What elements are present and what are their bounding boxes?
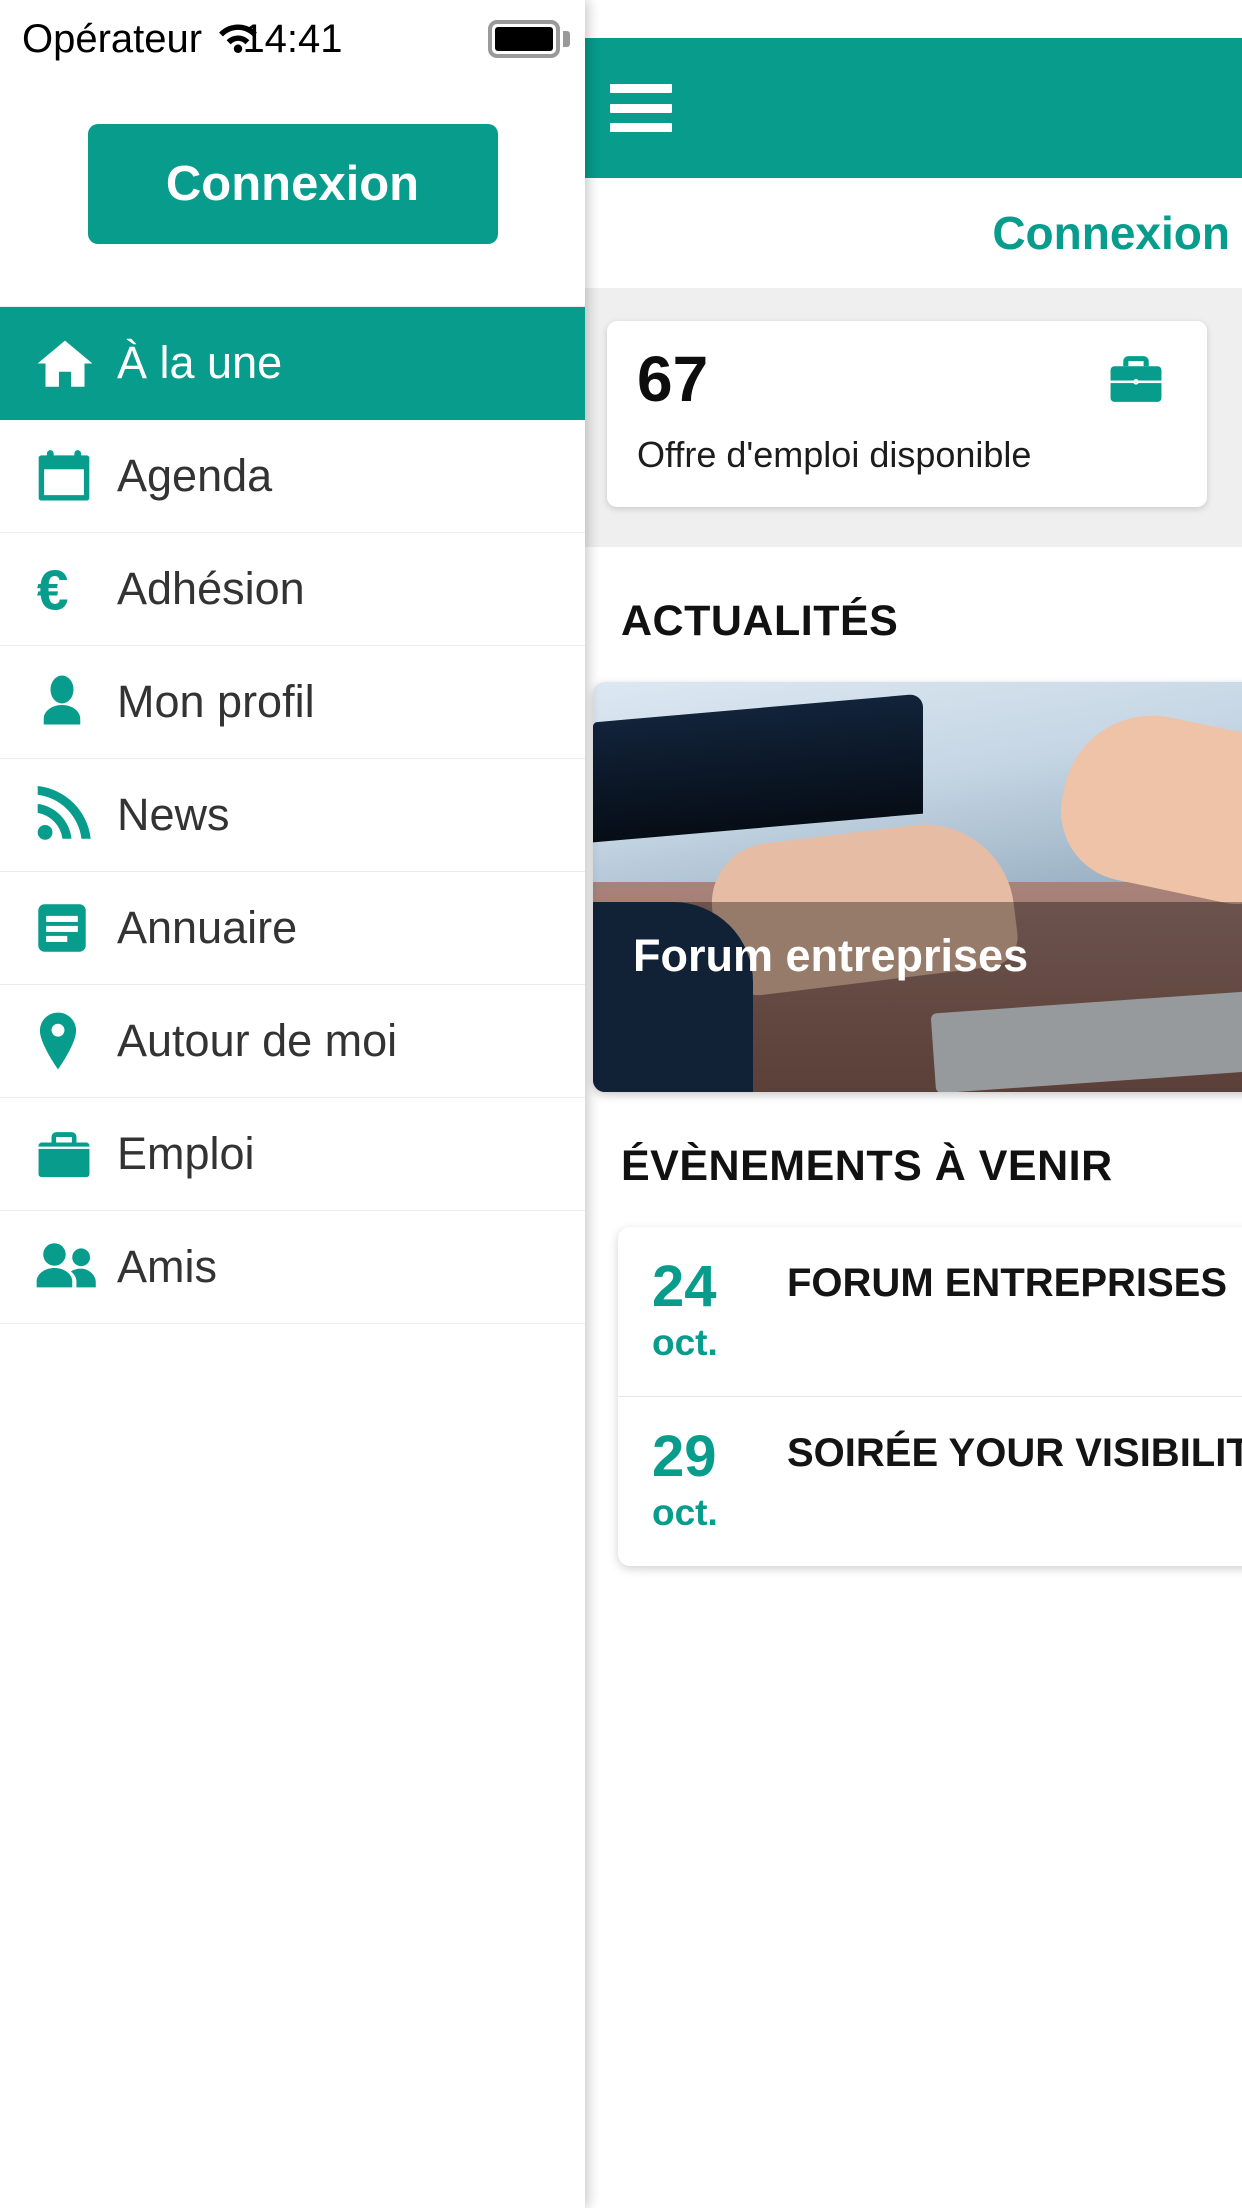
login-button-container: Connexion [0, 78, 585, 306]
stat-value: 67 [637, 343, 709, 415]
sidebar-item-autour-de-moi[interactable]: Autour de moi [0, 985, 585, 1098]
list-icon [33, 899, 117, 957]
event-day: 29 [652, 1424, 717, 1489]
sidebar-item-amis[interactable]: Amis [0, 1211, 585, 1324]
connexion-link[interactable]: Connexion [992, 206, 1230, 260]
sidebar-item-label: Adhésion [117, 563, 305, 614]
main-app-header [585, 38, 1242, 178]
news-card[interactable]: Forum entreprises [593, 681, 1242, 1092]
people-icon [33, 1238, 117, 1296]
sidebar-item-label: Emploi [117, 1128, 255, 1179]
status-bar: Opérateur 14:41 [0, 0, 585, 78]
news-overlay: Forum entreprises [593, 901, 1242, 1092]
sidebar-item-label: News [117, 789, 230, 840]
carrier-label: Opérateur [22, 16, 203, 61]
sidebar-item-news[interactable]: News [0, 759, 585, 872]
event-month: oct. [652, 1322, 718, 1363]
sidebar-item-label: Amis [117, 1241, 217, 1292]
calendar-icon [33, 447, 117, 505]
events-section-title: ÉVÈNEMENTS À VENIR [621, 1141, 1113, 1190]
briefcase-icon [33, 1126, 117, 1182]
events-list: 24 oct. FORUM ENTREPRISES 29 oct. SOIRÉE… [618, 1226, 1242, 1567]
event-row[interactable]: 24 oct. FORUM ENTREPRISES [618, 1227, 1242, 1397]
stat-label: Offre d'emploi disponible [637, 434, 1032, 475]
hamburger-menu-icon[interactable] [610, 84, 672, 132]
wifi-icon [216, 20, 260, 59]
battery-tip [563, 31, 570, 47]
battery-full-icon [488, 20, 560, 58]
news-section-title: ACTUALITÉS [621, 596, 899, 645]
news-card-title: Forum entreprises [633, 929, 1029, 981]
svg-text:€: € [37, 560, 69, 620]
job-offers-stat-card[interactable]: 67 Offre d'emploi disponible [607, 321, 1207, 507]
map-pin-icon [33, 1010, 117, 1072]
event-row[interactable]: 29 oct. SOIRÉE YOUR VISIBILITÉ À LINKEDI… [618, 1397, 1242, 1566]
navigation-drawer: Opérateur 14:41 Connexion À la une Agend… [0, 0, 585, 2208]
sidebar-item-agenda[interactable]: Agenda [0, 420, 585, 533]
home-icon [33, 334, 117, 392]
sidebar-item-mon-profil[interactable]: Mon profil [0, 646, 585, 759]
event-date: 29 oct. [652, 1424, 787, 1534]
sidebar-item-label: Mon profil [117, 676, 315, 727]
event-name: SOIRÉE YOUR VISIBILITÉ À LINKEDIN [787, 1431, 1242, 1475]
main-screen: Connexion 67 Offre d'emploi disponible A… [585, 38, 1242, 2208]
rss-icon [33, 786, 117, 844]
sidebar-item-adhesion[interactable]: € Adhésion [0, 533, 585, 646]
sidebar-item-label: Agenda [117, 450, 273, 501]
user-icon [33, 672, 117, 732]
sidebar-item-label: Annuaire [117, 902, 298, 953]
sidebar-item-label: Autour de moi [117, 1015, 398, 1066]
event-name: FORUM ENTREPRISES [787, 1260, 1228, 1305]
connexion-button[interactable]: Connexion [87, 124, 498, 244]
sidebar-item-label: À la une [117, 337, 283, 388]
euro-icon: € [33, 558, 117, 620]
stats-strip: 67 Offre d'emploi disponible [585, 288, 1242, 547]
sidebar-item-emploi[interactable]: Emploi [0, 1098, 585, 1211]
event-date: 24 oct. [652, 1253, 787, 1364]
briefcase-icon [1105, 351, 1167, 412]
drawer-menu-list: À la une Agenda € Adhésion Mon profil Ne… [0, 306, 585, 1324]
event-day: 24 [652, 1253, 717, 1319]
sidebar-item-a-la-une[interactable]: À la une [0, 307, 585, 420]
main-subbar: Connexion [585, 178, 1242, 288]
sidebar-item-annuaire[interactable]: Annuaire [0, 872, 585, 985]
event-month: oct. [652, 1492, 718, 1534]
